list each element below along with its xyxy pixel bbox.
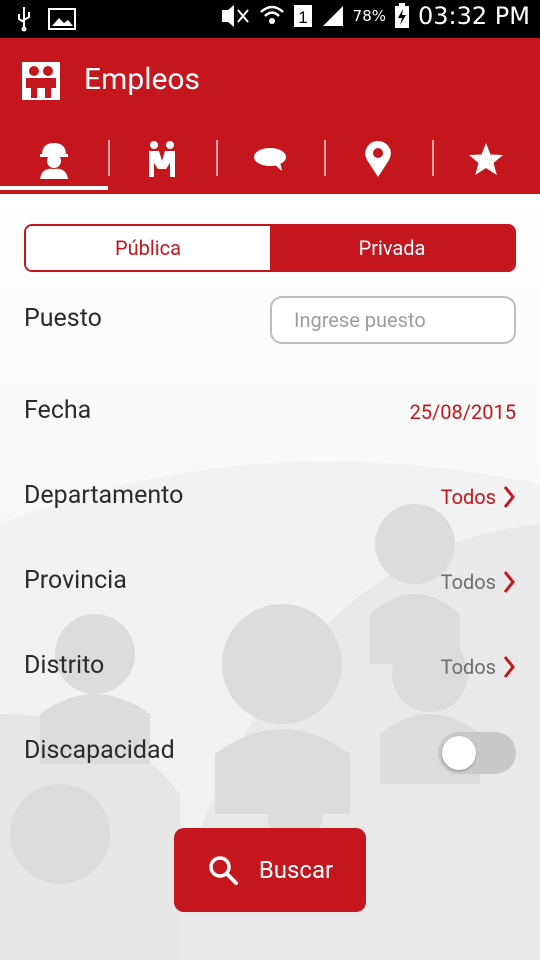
chevron-right-icon xyxy=(503,571,515,593)
app-bar: Empleos xyxy=(0,38,540,194)
battery-charging-icon xyxy=(395,3,410,28)
distrito-value: Todos xyxy=(440,655,496,679)
battery-percent: 78% xyxy=(352,7,387,25)
provincia-value: Todos xyxy=(440,570,496,594)
status-time: 03:32 PM xyxy=(418,2,530,30)
fecha-value[interactable]: 25/08/2015 xyxy=(410,400,516,424)
location-pin-icon xyxy=(365,141,391,177)
signal-icon xyxy=(322,6,343,26)
search-icon xyxy=(209,856,238,885)
chat-bubble-icon xyxy=(254,148,286,171)
distrito-label: Distrito xyxy=(24,651,105,680)
row-fecha[interactable]: Fecha 25/08/2015 xyxy=(24,388,516,438)
tab-favorites[interactable] xyxy=(432,124,540,194)
fecha-label: Fecha xyxy=(24,396,92,425)
worker-icon xyxy=(40,143,68,179)
row-puesto: Puesto Ingrese puesto xyxy=(24,296,516,346)
chevron-right-icon xyxy=(503,486,515,508)
app-logo-icon xyxy=(22,62,60,100)
departamento-value: Todos xyxy=(440,485,496,509)
star-icon xyxy=(469,143,503,175)
row-discapacidad: Discapacidad xyxy=(24,728,516,778)
sim-icon: 1 xyxy=(293,5,312,27)
status-right-icons: 1 78% 03:32 PM xyxy=(219,2,530,30)
discapacidad-toggle[interactable] xyxy=(438,732,516,774)
status-left-icons xyxy=(14,6,76,32)
search-button-label: Buscar xyxy=(258,856,334,884)
tab-chat[interactable] xyxy=(216,124,324,194)
puesto-label: Puesto xyxy=(24,304,102,333)
people-icon xyxy=(149,141,175,177)
provincia-selector[interactable]: Todos xyxy=(441,570,516,594)
segment-privada[interactable]: Privada xyxy=(270,226,514,270)
search-button[interactable]: Buscar xyxy=(174,828,366,912)
departamento-label: Departamento xyxy=(24,481,184,510)
tab-location[interactable] xyxy=(324,124,432,194)
toggle-knob xyxy=(442,736,476,770)
search-form: Pública Privada Puesto Ingrese puesto Fe… xyxy=(0,194,540,960)
segment-publica[interactable]: Pública xyxy=(26,226,270,270)
status-bar: 1 78% 03:32 PM xyxy=(0,0,540,38)
provincia-label: Provincia xyxy=(24,566,127,595)
usb-icon xyxy=(18,7,30,32)
tab-people[interactable] xyxy=(108,124,216,194)
image-icon xyxy=(48,8,76,30)
tab-bar xyxy=(0,124,540,194)
app-title: Empleos xyxy=(84,62,201,97)
chevron-right-icon xyxy=(503,656,515,678)
row-departamento[interactable]: Departamento Todos xyxy=(24,473,516,523)
tab-employment[interactable] xyxy=(0,124,108,194)
discapacidad-label: Discapacidad xyxy=(24,736,175,765)
row-distrito[interactable]: Distrito Todos xyxy=(24,643,516,693)
puesto-input[interactable]: Ingrese puesto xyxy=(270,296,516,344)
mute-icon xyxy=(221,5,249,27)
sector-segmented-control: Pública Privada xyxy=(24,224,516,272)
row-provincia[interactable]: Provincia Todos xyxy=(24,558,516,608)
wifi-icon xyxy=(259,5,284,24)
departamento-selector[interactable]: Todos xyxy=(441,485,516,509)
distrito-selector[interactable]: Todos xyxy=(441,655,516,679)
svg-text:1: 1 xyxy=(298,8,307,27)
